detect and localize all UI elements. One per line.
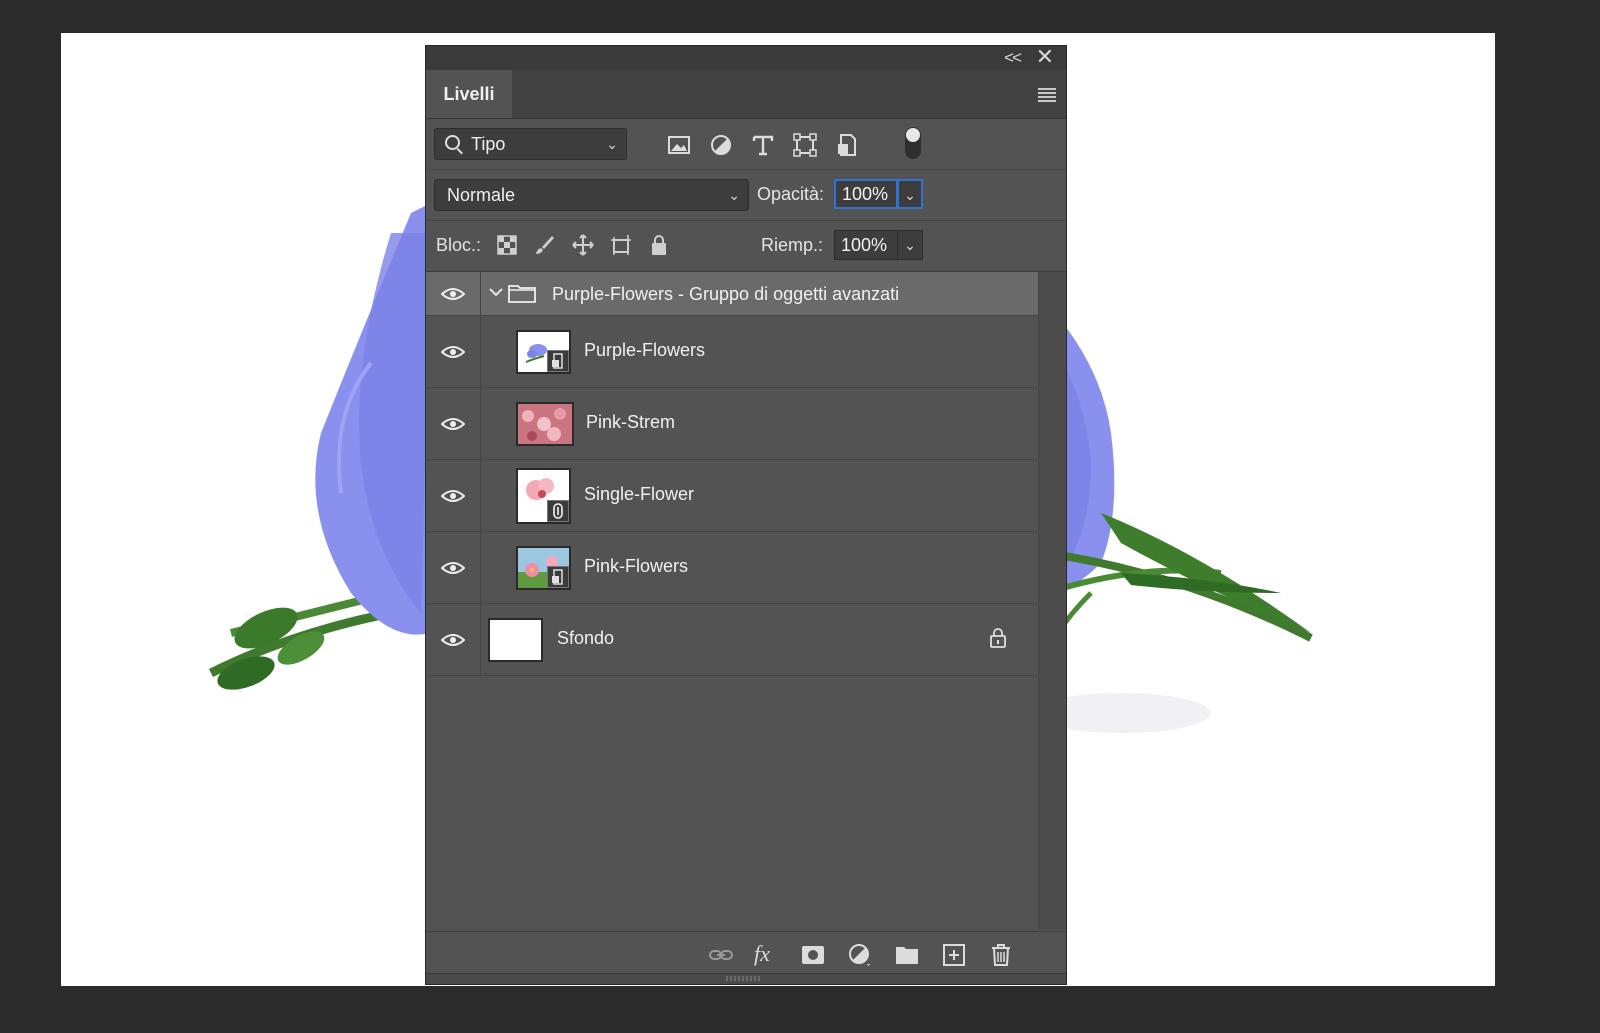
layer-mask-icon[interactable]: [800, 942, 826, 968]
layer-lock-icon[interactable]: [989, 627, 1007, 649]
panel-tabbar: Livelli: [426, 70, 1066, 119]
layers-scrollbar[interactable]: [1038, 272, 1066, 930]
chevron-down-icon[interactable]: [488, 284, 504, 300]
delete-layer-icon[interactable]: [988, 942, 1014, 968]
panel-titlebar: << ✕: [426, 46, 1066, 70]
visibility-eye-icon[interactable]: [441, 345, 465, 359]
visibility-eye-icon[interactable]: [441, 287, 465, 301]
layer-thumbnail: [516, 546, 571, 590]
smart-object-filter-icon[interactable]: [834, 132, 860, 158]
shape-filter-icon[interactable]: [792, 132, 818, 158]
blend-row: Normale ⌄ Opacità: 100% ⌄: [426, 170, 1066, 221]
layer-name: Pink-Strem: [586, 412, 676, 432]
smart-object-badge-icon: [547, 566, 569, 588]
layer-name: Purple-Flowers - Gruppo di oggetti avanz…: [552, 284, 900, 304]
chevron-down-icon: ⌄: [728, 187, 740, 203]
search-icon: [445, 135, 460, 150]
new-layer-icon[interactable]: [941, 942, 967, 968]
blend-mode-value: Normale: [447, 185, 516, 205]
layer-row-background[interactable]: Sfondo: [426, 604, 1041, 676]
fill-label: Riemp.:: [761, 235, 824, 255]
layer-thumbnail: [488, 618, 543, 662]
layers-list: Purple-Flowers - Gruppo di oggetti avanz…: [426, 272, 1041, 930]
layer-name: Purple-Flowers: [584, 340, 706, 360]
layer-row-single-flower[interactable]: Single-Flower: [426, 460, 1041, 532]
filter-row: Tipo ⌄: [426, 119, 1066, 170]
visibility-eye-icon[interactable]: [441, 489, 465, 503]
lock-transparent-pixels-icon[interactable]: [496, 234, 518, 256]
panel-resize-grip[interactable]: [426, 973, 1066, 984]
folder-icon: [508, 285, 536, 303]
fill-input[interactable]: 100%: [834, 230, 898, 260]
filter-toggle[interactable]: [905, 127, 921, 159]
tab-layers[interactable]: Livelli: [426, 70, 512, 118]
layer-row-purple-flowers[interactable]: Purple-Flowers: [426, 316, 1041, 388]
collapse-panel-button[interactable]: <<: [1004, 48, 1022, 68]
layer-row-group[interactable]: Purple-Flowers - Gruppo di oggetti avanz…: [426, 272, 1041, 316]
lock-label: Bloc.:: [436, 235, 482, 255]
chevron-down-icon: ⌄: [606, 136, 618, 152]
layer-name: Single-Flower: [584, 484, 695, 504]
link-layers-icon[interactable]: [708, 942, 734, 968]
fill-dropdown-button[interactable]: ⌄: [897, 230, 923, 260]
type-filter-icon[interactable]: [750, 132, 776, 158]
visibility-eye-icon[interactable]: [441, 633, 465, 647]
layer-filter-select[interactable]: Tipo ⌄: [434, 128, 627, 160]
lock-image-pixels-icon[interactable]: [534, 234, 556, 256]
lock-all-icon[interactable]: [648, 234, 670, 256]
opacity-input[interactable]: 100%: [834, 179, 898, 209]
lock-row: Bloc.: Riemp.: 100% ⌄: [426, 221, 1066, 272]
layer-thumbnail: [516, 468, 571, 524]
layer-name: Sfondo: [557, 628, 615, 648]
layers-panel: << ✕ Livelli Tipo ⌄ Normale ⌄ Opacità: 1…: [425, 45, 1067, 985]
adjustment-filter-icon[interactable]: [708, 132, 734, 158]
new-group-icon[interactable]: [894, 942, 920, 968]
layer-row-pink-strem[interactable]: Pink-Strem: [426, 388, 1041, 460]
opacity-label: Opacità:: [757, 184, 825, 204]
layer-thumbnail: [516, 402, 574, 446]
lock-position-icon[interactable]: [572, 234, 594, 256]
visibility-eye-icon[interactable]: [441, 417, 465, 431]
linked-smart-object-badge-icon: [547, 500, 569, 522]
adjustment-layer-icon[interactable]: [847, 942, 873, 968]
close-panel-button[interactable]: ✕: [1036, 46, 1054, 68]
layer-row-pink-flowers[interactable]: Pink-Flowers: [426, 532, 1041, 604]
visibility-eye-icon[interactable]: [441, 561, 465, 575]
blend-mode-select[interactable]: Normale ⌄: [434, 179, 749, 211]
image-filter-icon[interactable]: [666, 132, 692, 158]
panel-menu-icon[interactable]: [1038, 88, 1056, 104]
filter-kind-label: Tipo: [471, 134, 506, 154]
panel-footer: fx: [426, 931, 1066, 976]
smart-object-badge-icon: [547, 350, 569, 372]
layer-thumbnail: [516, 330, 571, 374]
layer-name: Pink-Flowers: [584, 556, 689, 576]
opacity-dropdown-button[interactable]: ⌄: [897, 179, 923, 209]
lock-artboard-icon[interactable]: [610, 234, 632, 256]
fx-icon[interactable]: fx: [754, 942, 780, 968]
